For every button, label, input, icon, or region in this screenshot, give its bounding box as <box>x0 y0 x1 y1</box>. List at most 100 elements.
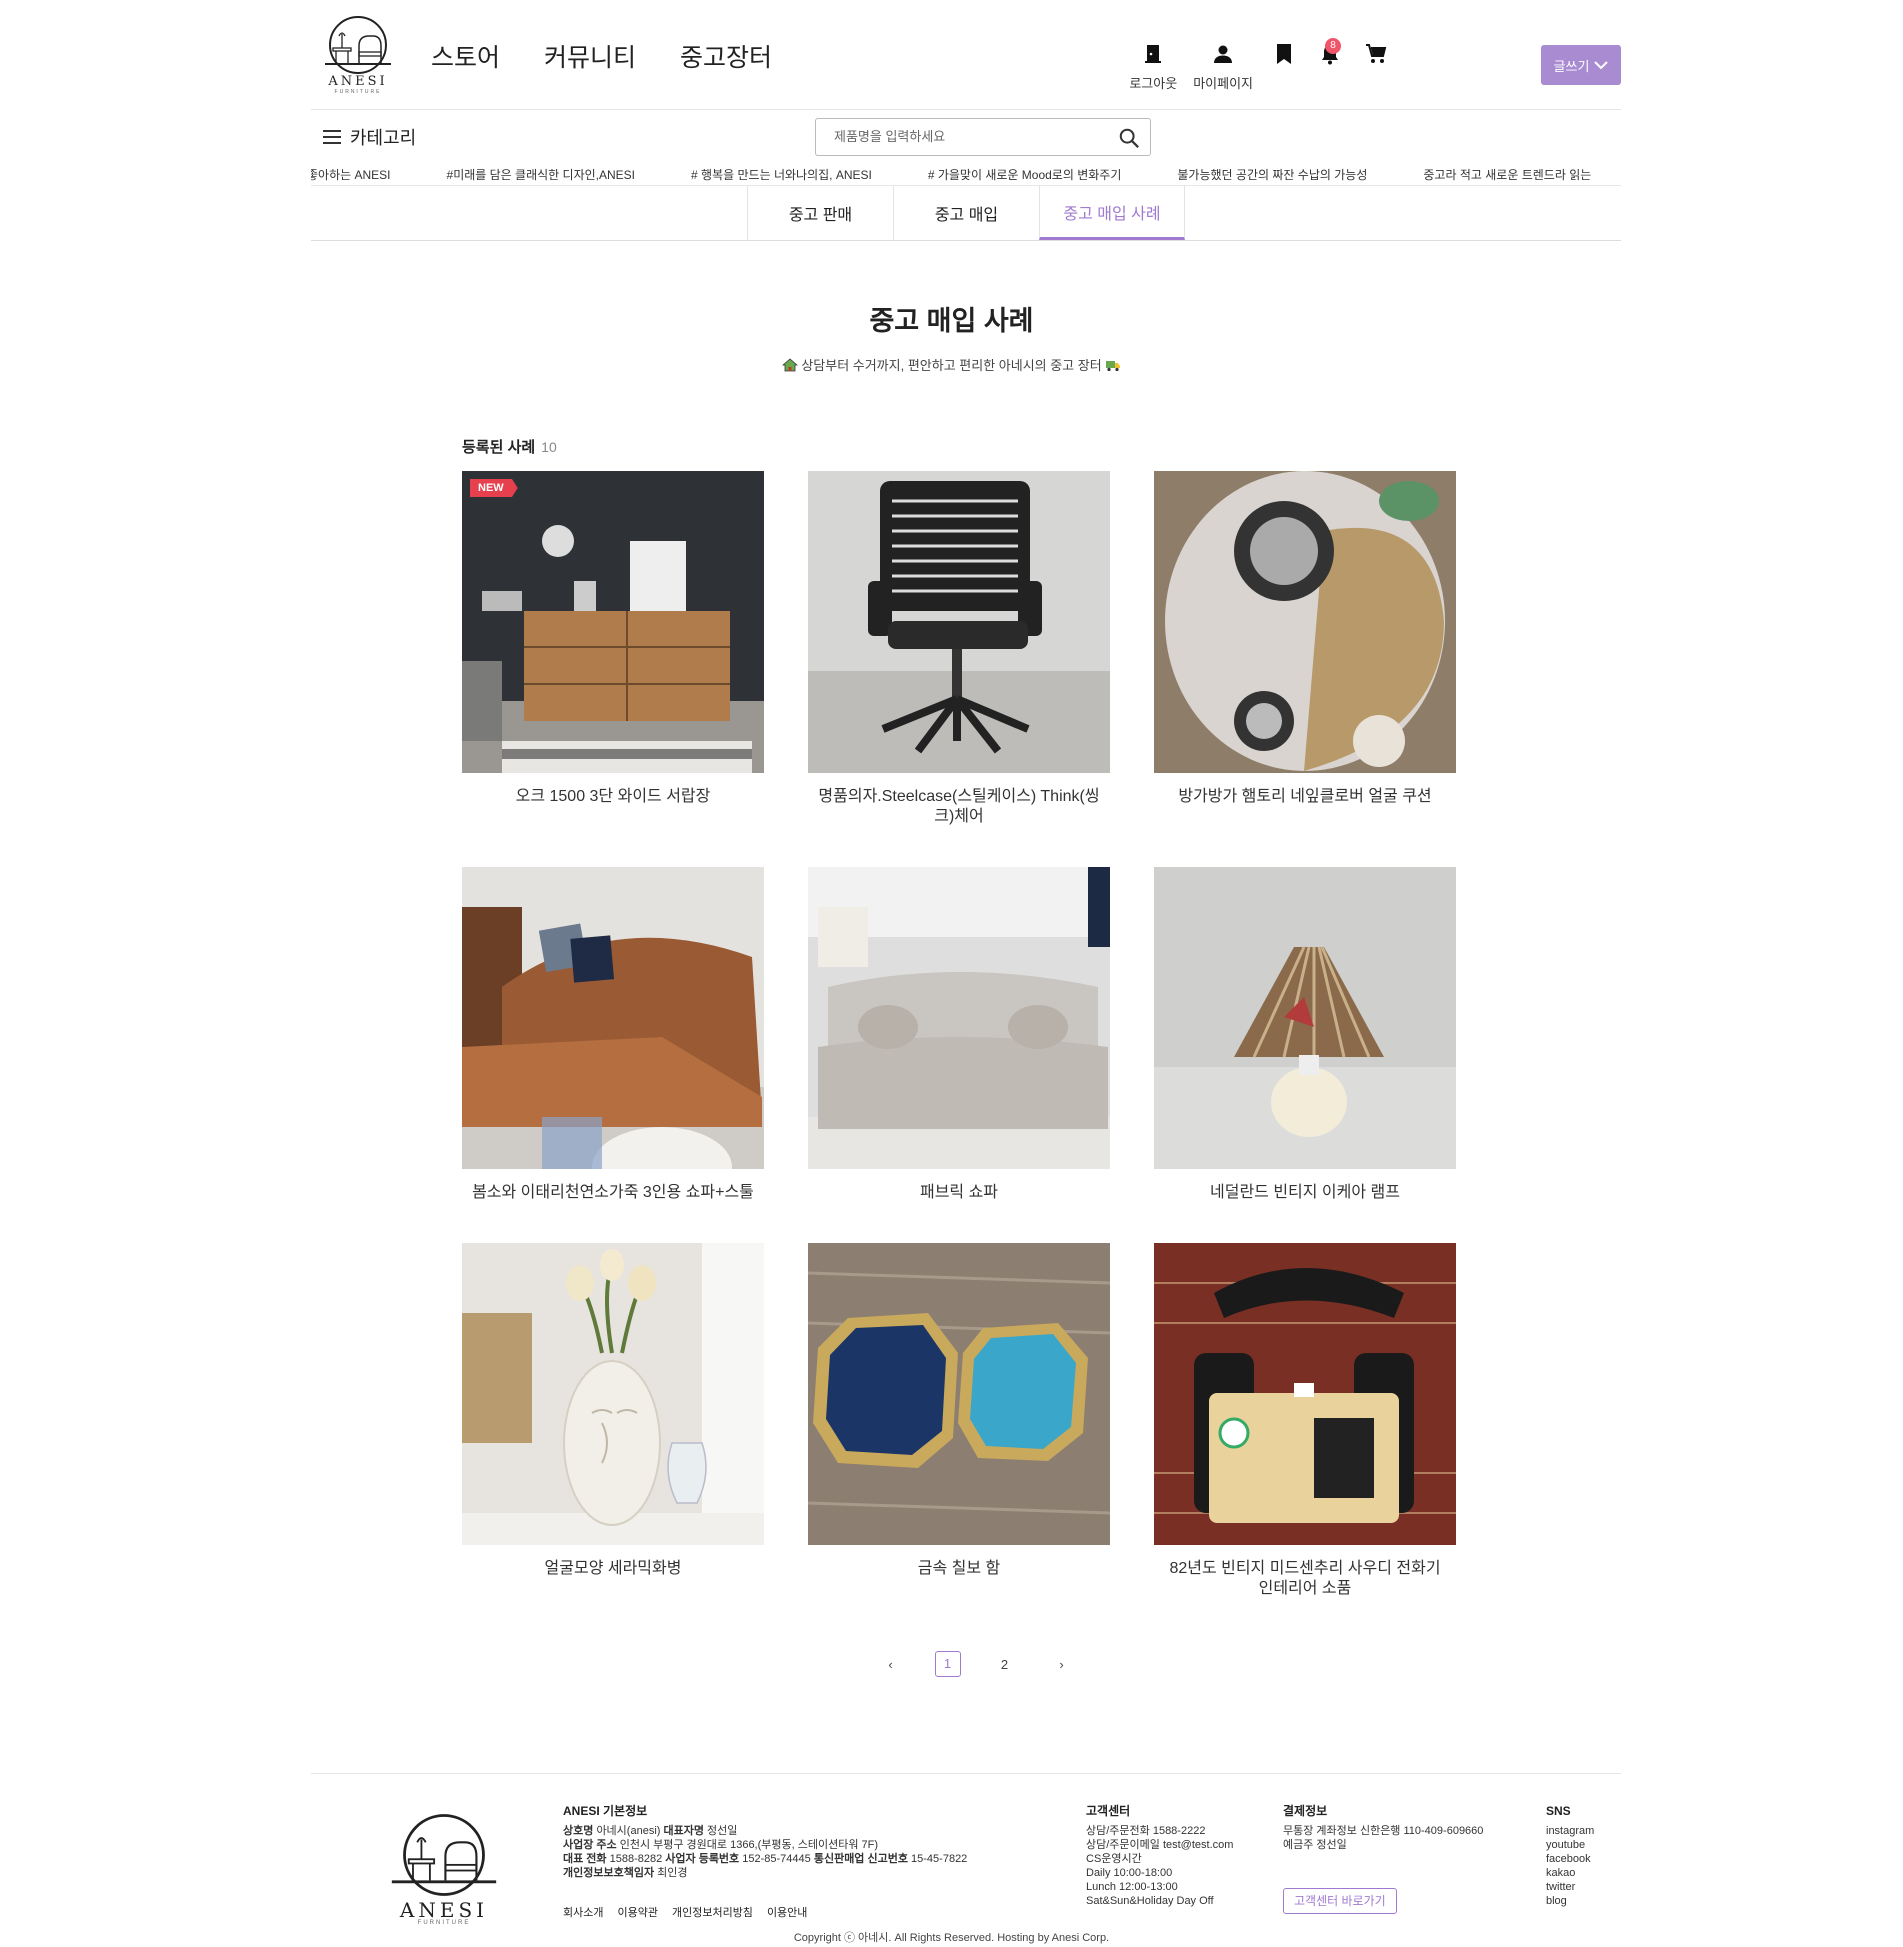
sns-blog-link[interactable]: blog <box>1546 1894 1621 1908</box>
case-title: 82년도 빈티지 미드센추리 사우디 전화기 인테리어 소품 <box>1169 1560 1441 1597</box>
page-title: 중고 매입 사례 <box>869 306 1034 336</box>
brand-logo[interactable]: ANESI FURNITURE <box>319 14 397 96</box>
pay-line: 무통장 계좌정보 신한은행 110-409-609660 <box>1283 1825 1484 1837</box>
cs-line: Daily 10:00-18:00 <box>1086 1867 1173 1879</box>
case-image-dresser: NEW <box>462 471 764 773</box>
case-card[interactable]: 얼굴모양 세라믹화병 <box>462 1243 764 1579</box>
hashtag-ticker: 좋아하는 ANESI #미래를 담은 클래식한 디자인,ANESI # 행복을 … <box>311 162 1621 186</box>
logout-button[interactable]: 로그아웃 <box>1129 42 1177 92</box>
tab-purchase-cases[interactable]: 중고 매입 사례 <box>1039 186 1185 240</box>
tab-used-sale[interactable]: 중고 판매 <box>747 186 893 240</box>
page-subtitle: 상담부터 수거까지, 편안하고 편리한 아네시의 중고 장터 <box>0 355 1903 374</box>
address-label: 사업장 주소 <box>563 1839 617 1851</box>
case-card[interactable]: 봄소와 이태리천연소가죽 3인용 쇼파+스툴 <box>462 867 764 1203</box>
case-card[interactable]: 방가방가 햄토리 네잎클로버 얼굴 쿠션 <box>1154 471 1456 807</box>
case-count-number: 10 <box>541 439 557 455</box>
mailorder: 15-45-7822 <box>911 1853 968 1865</box>
write-button[interactable]: 글쓰기 <box>1541 45 1621 85</box>
menu-icon <box>323 130 341 144</box>
cs-line: Sat&Sun&Holiday Day Off <box>1086 1895 1214 1907</box>
case-image-face-vase <box>462 1243 764 1545</box>
hashtag-item[interactable]: #미래를 담은 클래식한 디자인,ANESI <box>447 166 636 183</box>
page-button-1[interactable]: 1 <box>919 1651 976 1677</box>
sns-twitter-link[interactable]: twitter <box>1546 1880 1621 1894</box>
mypage-button[interactable]: 마이페이지 <box>1193 42 1253 92</box>
cs-line: 상담/주문전화 1588-2222 <box>1086 1825 1206 1837</box>
footer-link-terms[interactable]: 이용약관 <box>617 1904 657 1920</box>
address: 인천시 부평구 경원대로 1366,(부평동, 스테이션타워 7F) <box>619 1839 879 1851</box>
case-title: 금속 칠보 함 <box>917 1560 1001 1577</box>
sns-instagram-link[interactable]: instagram <box>1546 1824 1621 1838</box>
cs-line: CS운영시간 <box>1086 1853 1142 1865</box>
hashtag-item[interactable]: # 행복을 만드는 너와나의집, ANESI <box>691 166 872 183</box>
search-icon[interactable] <box>1118 127 1140 149</box>
sns-kakao-link[interactable]: kakao <box>1546 1866 1621 1880</box>
pagination: ‹ 1 2 › <box>862 1651 1090 1677</box>
hashtag-item[interactable]: 중고라 적고 새로운 트렌드라 읽는 <box>1423 166 1591 183</box>
case-card[interactable]: 패브릭 쇼파 <box>808 867 1110 1203</box>
nav-community[interactable]: 커뮤니티 <box>544 38 636 74</box>
privacy-officer: 최인경 <box>657 1867 688 1879</box>
search-input[interactable] <box>834 129 1104 144</box>
hashtag-item[interactable]: # 가을맞이 새로운 Mood로의 변화주기 <box>928 166 1122 183</box>
footer-link-privacy[interactable]: 개인정보처리방침 <box>672 1904 753 1920</box>
pay-line: 예금주 정선일 <box>1283 1839 1347 1851</box>
next-page-button[interactable]: › <box>1033 1657 1090 1672</box>
house-emoji-icon <box>781 358 798 372</box>
case-title: 명품의자.Steelcase(스틸케이스) Think(씽크)체어 <box>818 788 1100 825</box>
case-card[interactable]: 82년도 빈티지 미드센추리 사우디 전화기 인테리어 소품 <box>1154 1243 1456 1599</box>
prev-page-button[interactable]: ‹ <box>862 1657 919 1672</box>
new-badge: NEW <box>470 479 518 497</box>
nav-store[interactable]: 스토어 <box>431 38 500 74</box>
tab-used-purchase[interactable]: 중고 매입 <box>893 186 1039 240</box>
write-button-label: 글쓰기 <box>1553 58 1590 74</box>
hashtag-item[interactable]: 좋아하는 ANESI <box>311 166 391 183</box>
case-image-enamel-box <box>808 1243 1110 1545</box>
bizno-label: 사업자 등록번호 <box>665 1853 740 1865</box>
page-number: 1 <box>934 1651 961 1677</box>
case-image-telephone <box>1154 1243 1456 1545</box>
logout-label: 로그아웃 <box>1129 76 1178 91</box>
case-image-fabric-sofa <box>808 867 1110 1169</box>
case-title: 얼굴모양 세라믹화병 <box>544 1560 682 1577</box>
footer-link-guide[interactable]: 이용안내 <box>767 1904 807 1920</box>
hashtag-item[interactable]: 불가능했던 공간의 짜잔 수납의 가능성 <box>1177 166 1367 183</box>
footer-company-info: ANESI 기본정보 상호명 아네시(anesi) 대표자명 정선일 사업장 주… <box>563 1804 1043 1880</box>
case-title: 방가방가 햄토리 네잎클로버 얼굴 쿠션 <box>1178 788 1432 805</box>
nav-used-market[interactable]: 중고장터 <box>680 38 772 74</box>
case-image-lamp <box>1154 867 1456 1169</box>
cart-button[interactable] <box>1361 42 1391 92</box>
logo-wordmark: ANESI <box>328 74 388 89</box>
case-card[interactable]: NEW 오크 1500 3단 와이드 서랍장 <box>462 471 764 807</box>
footer-link-about[interactable]: 회사소개 <box>563 1904 603 1920</box>
sns-youtube-link[interactable]: youtube <box>1546 1838 1621 1852</box>
case-image-leather-sofa <box>462 867 764 1169</box>
ceo-label: 대표자명 <box>663 1825 704 1837</box>
case-count-label: 등록된 사례 <box>462 439 536 456</box>
mypage-label: 마이페이지 <box>1193 76 1253 91</box>
main-nav: 스토어 커뮤니티 중고장터 <box>431 38 772 74</box>
case-card[interactable]: 명품의자.Steelcase(스틸케이스) Think(씽크)체어 <box>808 471 1110 827</box>
user-icon <box>1214 45 1233 63</box>
notification-button[interactable]: 8 <box>1315 38 1345 92</box>
category-search-bar: 카테고리 <box>311 110 1621 162</box>
footer-pay-title: 결제정보 <box>1283 1804 1328 1818</box>
truck-emoji-icon <box>1106 361 1121 372</box>
category-button[interactable]: 카테고리 <box>323 124 416 150</box>
bookmark-button[interactable] <box>1269 42 1299 92</box>
cs-line: 상담/주문이메일 test@test.com <box>1086 1839 1234 1851</box>
case-card[interactable]: 금속 칠보 함 <box>808 1243 1110 1579</box>
logo-wordmark: ANESI <box>399 1898 489 1922</box>
bookmark-icon <box>1277 44 1291 64</box>
case-image-office-chair <box>808 471 1110 773</box>
case-card[interactable]: 네덜란드 빈티지 이케아 램프 <box>1154 867 1456 1203</box>
page-button-2[interactable]: 2 <box>976 1657 1033 1672</box>
site-footer: ANESI FURNITURE ANESI 기본정보 상호명 아네시(anesi… <box>311 1773 1621 1947</box>
case-image-cushion <box>1154 471 1456 773</box>
sns-facebook-link[interactable]: facebook <box>1546 1852 1621 1866</box>
user-menu: 로그아웃 마이페이지 8 <box>1129 38 1391 92</box>
mailorder-label: 통신판매업 신고번호 <box>813 1853 908 1865</box>
cs-center-button[interactable]: 고객센터 바로가기 <box>1283 1888 1397 1914</box>
footer-sns-title: SNS <box>1546 1804 1571 1818</box>
footer-cs-info: 고객센터 상담/주문전화 1588-2222 상담/주문이메일 test@tes… <box>1086 1804 1266 1908</box>
